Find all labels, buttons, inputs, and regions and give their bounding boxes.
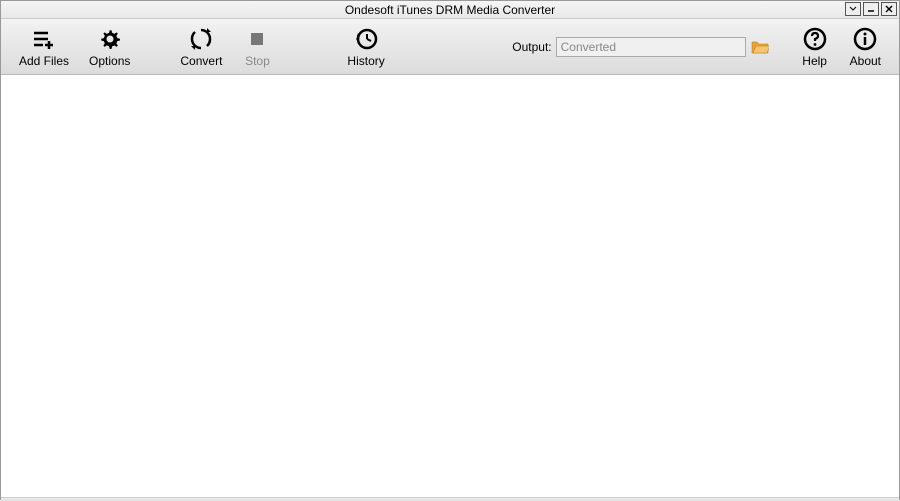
convert-icon	[188, 26, 214, 52]
about-button[interactable]: About	[840, 22, 891, 72]
minimize-button[interactable]	[863, 2, 879, 16]
statusbar	[1, 497, 899, 501]
options-label: Options	[89, 54, 130, 68]
help-icon	[802, 26, 828, 52]
stop-label: Stop	[245, 54, 270, 68]
info-icon	[852, 26, 878, 52]
history-icon	[353, 26, 379, 52]
browse-folder-button[interactable]	[750, 37, 770, 57]
history-label: History	[347, 54, 384, 68]
output-group: Output:	[512, 37, 769, 57]
about-label: About	[850, 54, 881, 68]
close-button[interactable]	[881, 2, 897, 16]
options-button[interactable]: Options	[79, 22, 140, 72]
stop-button: Stop	[232, 22, 282, 72]
output-label: Output:	[512, 40, 551, 54]
stop-icon	[244, 26, 270, 52]
titlebar: Ondesoft iTunes DRM Media Converter	[1, 1, 899, 19]
history-button[interactable]: History	[337, 22, 394, 72]
dropdown-button[interactable]	[845, 2, 861, 16]
toolbar: Add Files Options Convert	[1, 19, 899, 75]
gear-icon	[97, 26, 123, 52]
window-controls	[845, 2, 897, 16]
help-button[interactable]: Help	[790, 22, 840, 72]
window-title: Ondesoft iTunes DRM Media Converter	[345, 3, 555, 17]
help-label: Help	[802, 54, 827, 68]
convert-label: Convert	[180, 54, 222, 68]
convert-button[interactable]: Convert	[170, 22, 232, 72]
content-area	[1, 75, 899, 497]
add-files-icon	[31, 26, 57, 52]
output-input[interactable]	[556, 37, 746, 57]
add-files-button[interactable]: Add Files	[9, 22, 79, 72]
add-files-label: Add Files	[19, 54, 69, 68]
